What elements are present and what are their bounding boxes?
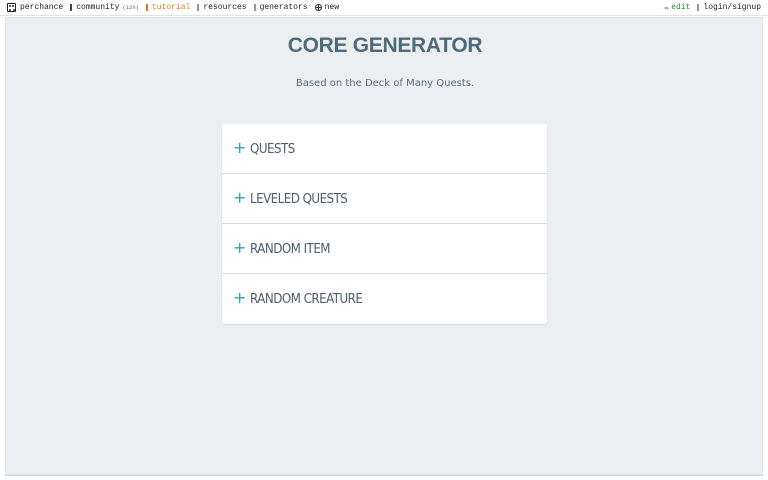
tutorial-label: tutorial <box>151 3 191 12</box>
globe-icon <box>314 4 322 11</box>
login-link[interactable]: login/signup <box>697 3 761 12</box>
accordion-item-label: RANDOM ITEM <box>250 240 331 257</box>
user-icon <box>697 4 700 11</box>
community-icon <box>70 4 73 11</box>
resources-link[interactable]: resources <box>197 3 247 12</box>
generators-link[interactable]: generators <box>253 3 308 12</box>
new-label: new <box>324 3 339 12</box>
page-bottom-divider <box>5 475 763 476</box>
accordion-item-leveled-quests[interactable]: + LEVELED QUESTS <box>222 174 547 224</box>
brand-link[interactable]: perchance <box>7 3 63 12</box>
page-subtitle: Based on the Deck of Many Quests. <box>295 78 475 89</box>
plus-icon: + <box>233 237 247 257</box>
page-title: CORE GENERATOR <box>287 34 483 57</box>
community-label: community <box>76 3 120 12</box>
top-nav-right: ✏ edit login/signup <box>664 3 761 13</box>
top-nav-bar: perchance community (12h) tutorial resou… <box>0 0 768 16</box>
plus-icon: + <box>233 187 247 207</box>
resources-label: resources <box>203 3 247 12</box>
brand-label: perchance <box>20 3 64 12</box>
generators-label: generators <box>259 3 308 12</box>
accordion-item-label: RANDOM CREATURE <box>250 291 363 307</box>
accordion-item-quests[interactable]: + QUESTS <box>222 124 547 174</box>
accordion-item-random-item[interactable]: + RANDOM ITEM <box>222 224 547 274</box>
new-link[interactable]: new <box>314 3 339 12</box>
tutorial-link[interactable]: tutorial <box>145 3 191 12</box>
generators-icon <box>253 4 256 11</box>
accordion-item-label: QUESTS <box>250 140 295 157</box>
accordion-item-label: LEVELED QUESTS <box>250 190 348 207</box>
tutorial-icon <box>145 4 148 11</box>
resources-icon <box>197 4 200 11</box>
plus-icon: + <box>233 137 247 157</box>
pencil-icon: ✏ <box>664 3 670 13</box>
community-link[interactable]: community (12h) <box>70 3 139 12</box>
accordion-item-random-creature[interactable]: + RANDOM CREATURE <box>222 274 547 324</box>
edit-link[interactable]: ✏ edit <box>664 3 690 13</box>
edit-label: edit <box>671 3 691 12</box>
generator-accordion: + QUESTS + LEVELED QUESTS + RANDOM ITEM … <box>222 124 547 324</box>
login-label: login/signup <box>703 3 761 12</box>
community-count: (12h) <box>122 4 139 11</box>
top-nav-left: perchance community (12h) tutorial resou… <box>7 3 339 12</box>
plus-icon: + <box>233 288 247 307</box>
dice-logo-icon <box>7 3 16 12</box>
generator-page: CORE GENERATOR Based on the Deck of Many… <box>5 17 763 475</box>
